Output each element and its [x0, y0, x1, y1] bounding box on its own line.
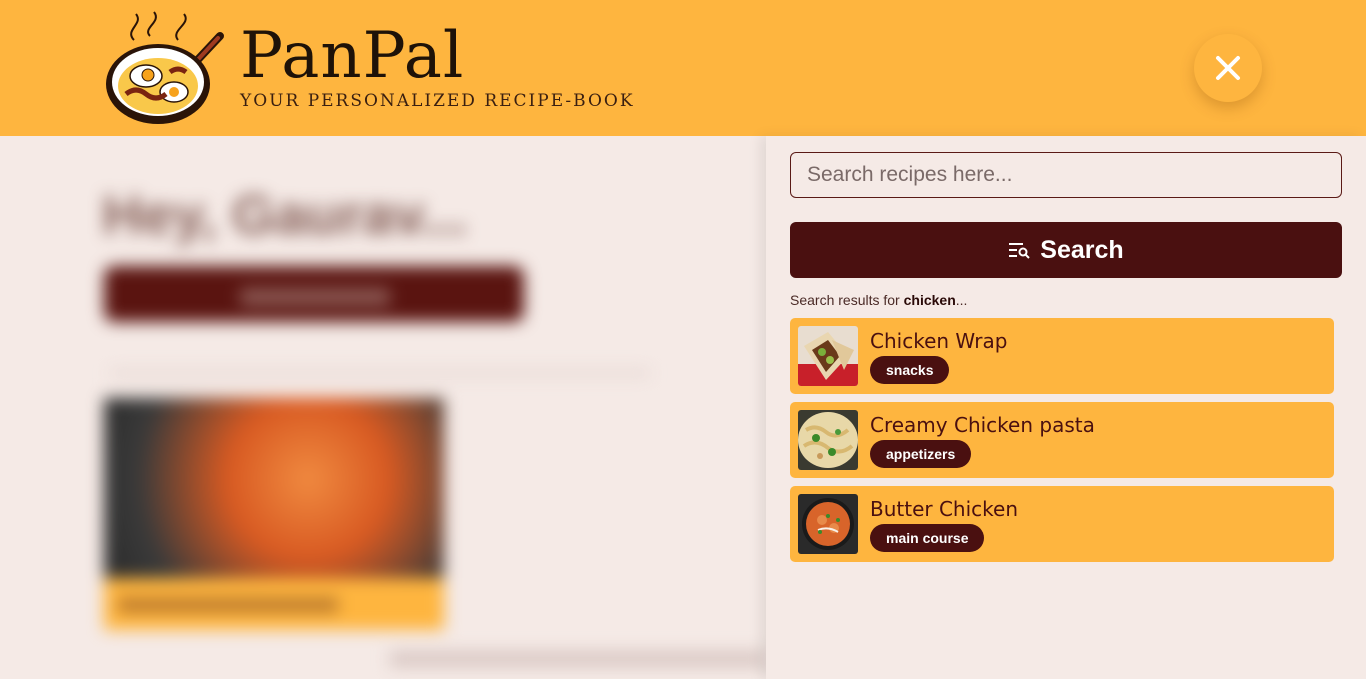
panpal-logo-icon	[106, 11, 224, 124]
brand-title: PanPal	[240, 19, 465, 93]
result-title: Butter Chicken	[870, 497, 1019, 521]
close-button[interactable]	[1194, 34, 1262, 102]
result-card[interactable]: Butter Chicken main course	[790, 486, 1334, 562]
result-tag: main course	[870, 524, 985, 552]
background-recipe-title	[118, 598, 338, 612]
chicken-pasta-image	[798, 410, 858, 470]
search-panel: Search Search results for chicken... Chi…	[766, 136, 1366, 679]
results-query: chicken	[903, 292, 956, 308]
search-input[interactable]	[790, 152, 1342, 198]
result-card[interactable]: Chicken Wrap snacks	[790, 318, 1334, 394]
app-header: PanPal Your personalized recipe-book	[0, 0, 1366, 136]
butter-chicken-image	[798, 494, 858, 554]
close-icon	[1216, 56, 1240, 80]
result-title: Chicken Wrap	[870, 329, 1008, 353]
background-bottom-strip	[390, 651, 766, 667]
result-card[interactable]: Creamy Chicken pasta appetizers	[790, 402, 1334, 478]
search-button-label: Search	[1040, 235, 1124, 264]
brand-tagline: Your personalized recipe-book	[240, 91, 635, 111]
background-button-label	[240, 288, 390, 306]
background-recipe-image	[104, 398, 444, 578]
greeting-heading: Hey, Gaurav...	[102, 183, 468, 246]
results-prefix: Search results for	[790, 292, 904, 308]
result-title: Creamy Chicken pasta	[870, 413, 1095, 437]
result-tag: snacks	[870, 356, 950, 384]
blurred-background: Hey, Gaurav...	[0, 136, 766, 679]
search-list-icon	[1009, 243, 1031, 259]
background-divider	[110, 370, 650, 376]
chicken-wrap-image	[798, 326, 858, 386]
result-tag: appetizers	[870, 440, 972, 468]
search-button[interactable]: Search	[790, 222, 1342, 278]
results-suffix: ...	[955, 292, 968, 308]
results-heading: Search results for chicken...	[790, 292, 967, 308]
